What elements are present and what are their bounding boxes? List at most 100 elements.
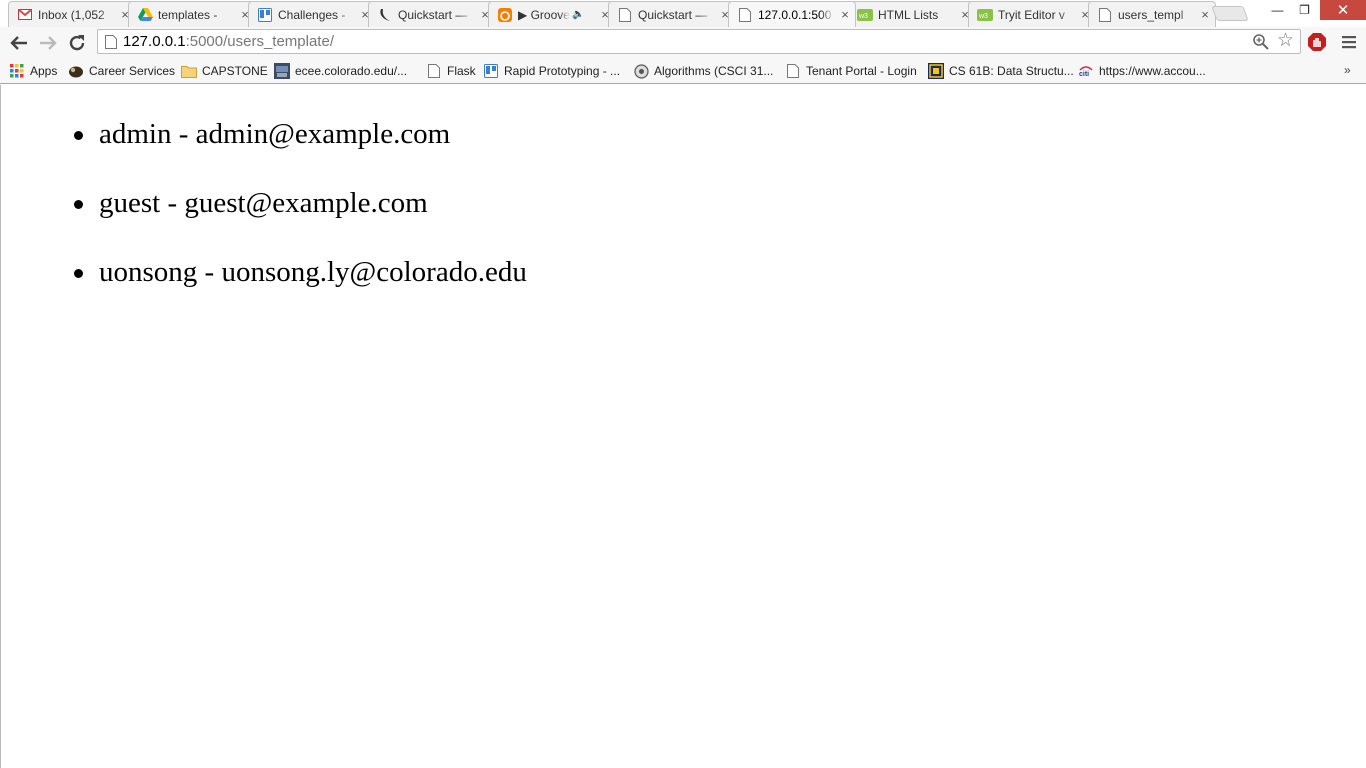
svg-text:w3: w3 xyxy=(858,13,868,20)
tab-title: 127.0.0.1:500 xyxy=(758,7,832,22)
list-item: uonsong - uonsong.ly@colorado.edu xyxy=(74,253,527,291)
url-text[interactable]: 127.0.0.1:5000/users_template/ xyxy=(123,33,334,51)
bookmark-label: Algorithms (CSCI 31... xyxy=(654,64,774,78)
tab-tryit-editor[interactable]: w3 Tryit Editor v × xyxy=(968,1,1096,27)
bookmark-label: CS 61B: Data Structu... xyxy=(949,64,1074,78)
trello-icon xyxy=(257,7,273,23)
forward-arrow-icon xyxy=(40,36,57,50)
tab-title: ▶ Groove xyxy=(518,7,570,22)
grooveshark-icon xyxy=(497,7,513,23)
zoom-icon[interactable] xyxy=(1252,33,1270,51)
tab-users-template[interactable]: users_templ × xyxy=(1088,1,1216,27)
list-item: guest - guest@example.com xyxy=(74,184,527,222)
folder-icon xyxy=(181,63,197,79)
minimize-button[interactable]: — xyxy=(1264,0,1291,20)
adblock-extension-icon[interactable] xyxy=(1307,32,1327,52)
restore-button[interactable]: ❐ xyxy=(1291,0,1318,20)
page-icon xyxy=(617,7,633,23)
bookmark-career-services[interactable]: Career Services xyxy=(68,61,175,81)
bookmark-cs61b[interactable]: CS 61B: Data Structu... xyxy=(928,61,1074,81)
tab-title: Challenges - xyxy=(278,7,346,22)
page-icon xyxy=(737,7,753,23)
cu-buffalo-icon xyxy=(68,63,84,79)
w3schools-icon: w3 xyxy=(977,7,993,23)
tab-title: HTML Lists xyxy=(878,7,939,22)
bookmark-account[interactable]: citi https://www.accou... xyxy=(1078,61,1206,81)
bookmark-label: Career Services xyxy=(89,64,176,78)
back-arrow-icon xyxy=(10,36,27,50)
citi-icon: citi xyxy=(1078,63,1094,79)
user-list: admin - admin@example.com guest - guest@… xyxy=(74,115,527,322)
google-drive-icon xyxy=(137,7,153,23)
bookmark-tenant-portal[interactable]: Tenant Portal - Login xyxy=(785,61,917,81)
tab-quickstart[interactable]: Quickstart — × xyxy=(608,1,736,27)
bookmark-flask[interactable]: Flask xyxy=(426,61,476,81)
page-icon xyxy=(785,63,801,79)
page-icon xyxy=(426,63,442,79)
svg-text:w3: w3 xyxy=(978,13,988,20)
tab-html-lists[interactable]: w3 HTML Lists × xyxy=(848,1,976,27)
flask-icon xyxy=(377,7,393,23)
user-entry-text: admin - admin@example.com xyxy=(99,118,451,150)
bookmark-label: Tenant Portal - Login xyxy=(806,64,917,78)
bullet-icon xyxy=(74,200,83,209)
bookmark-ecee[interactable]: ecee.colorado.edu/... xyxy=(274,61,407,81)
url-host: 127.0.0.1 xyxy=(123,33,186,50)
tab-title: Quickstart — xyxy=(638,7,708,22)
bookmark-star-icon[interactable]: ☆ xyxy=(1277,31,1294,51)
tab-close-icon[interactable]: × xyxy=(837,7,853,23)
bookmark-algorithms[interactable]: Algorithms (CSCI 31... xyxy=(633,61,773,81)
bookmarks-bar: Apps Career Services CAPSTONE ecee.color… xyxy=(0,58,1366,84)
tab-title: Quickstart — xyxy=(398,7,468,22)
tab-title: Inbox (1,052 xyxy=(38,7,105,22)
site-thumbnail-icon xyxy=(274,63,290,79)
page-icon xyxy=(1097,7,1113,23)
bookmark-label: CAPSTONE xyxy=(202,64,268,78)
url-path: :5000/users_template/ xyxy=(185,33,334,50)
reload-button[interactable] xyxy=(65,31,89,55)
tab-localhost-active[interactable]: 127.0.0.1:500 × xyxy=(728,1,856,27)
apps-grid-icon xyxy=(9,63,25,79)
gear-icon xyxy=(633,63,649,79)
bookmark-label: https://www.accou... xyxy=(1099,64,1206,78)
bookmarks-overflow-button[interactable]: » xyxy=(1344,63,1351,77)
bookmark-label: Rapid Prototyping - ... xyxy=(504,64,621,78)
bookmark-label: Flask xyxy=(447,64,476,78)
title-bar: Inbox (1,052 × templates - × Challenges … xyxy=(0,0,1366,27)
new-tab-button[interactable] xyxy=(1211,6,1249,21)
w3schools-icon: w3 xyxy=(857,7,873,23)
bullet-icon xyxy=(74,131,83,140)
svg-text:citi: citi xyxy=(1079,71,1089,77)
user-entry-text: uonsong - uonsong.ly@colorado.edu xyxy=(99,256,527,288)
close-window-button[interactable]: ✕ xyxy=(1320,0,1366,20)
back-button[interactable] xyxy=(7,31,31,55)
forward-button[interactable] xyxy=(36,31,60,55)
bookmark-label: ecee.colorado.edu/... xyxy=(295,64,408,78)
tab-close-icon[interactable]: × xyxy=(1197,7,1213,23)
tab-title: users_templ xyxy=(1118,7,1184,22)
trello-icon xyxy=(483,63,499,79)
tab-gmail-inbox[interactable]: Inbox (1,052 × xyxy=(8,1,136,27)
cs61b-icon xyxy=(928,63,944,79)
bookmark-apps[interactable]: Apps xyxy=(9,61,57,81)
bookmark-label: Apps xyxy=(30,64,58,78)
tab-title: Tryit Editor v xyxy=(998,7,1065,22)
bookmark-rapid-prototyping[interactable]: Rapid Prototyping - ... xyxy=(483,61,620,81)
tab-quickstart-flask[interactable]: Quickstart — × xyxy=(368,1,496,27)
user-entry-text: guest - guest@example.com xyxy=(99,187,428,219)
speaker-icon[interactable]: 🔈 xyxy=(572,9,584,20)
page-content: admin - admin@example.com guest - guest@… xyxy=(0,85,1366,768)
bullet-icon xyxy=(74,269,83,278)
tab-title: templates - xyxy=(158,7,218,22)
gmail-icon xyxy=(17,7,33,23)
tab-grooveshark[interactable]: ▶ Groove 🔈 × xyxy=(488,1,616,27)
tab-templates[interactable]: templates - × xyxy=(128,1,256,27)
page-icon xyxy=(105,35,117,49)
address-bar[interactable]: 127.0.0.1:5000/users_template/ ☆ xyxy=(97,29,1301,54)
list-item: admin - admin@example.com xyxy=(74,115,527,153)
bookmark-capstone[interactable]: CAPSTONE xyxy=(181,61,268,81)
browser-toolbar: 127.0.0.1:5000/users_template/ ☆ xyxy=(0,27,1366,58)
tab-challenges[interactable]: Challenges - × xyxy=(248,1,376,27)
reload-icon xyxy=(69,35,85,51)
chrome-menu-icon[interactable] xyxy=(1341,34,1357,50)
